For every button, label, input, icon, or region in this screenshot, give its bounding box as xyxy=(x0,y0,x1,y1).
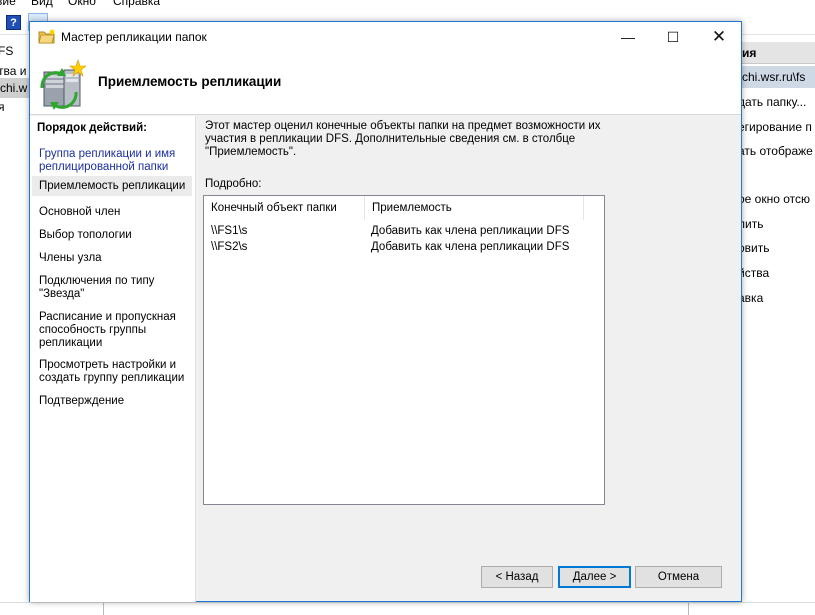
menu-item-action[interactable]: вие xyxy=(0,0,16,8)
step-replication-group-name[interactable]: Группа репликации и имя реплицированной … xyxy=(32,146,192,176)
page-title: Приемлемость репликации xyxy=(98,74,282,89)
maximize-icon[interactable]: ☐ xyxy=(650,22,696,52)
close-icon[interactable]: ✕ xyxy=(696,22,742,52)
menu-item-help[interactable]: Справка xyxy=(113,0,160,8)
action-item[interactable]: лить xyxy=(742,217,763,231)
dialog-title: Мастер репликации папок xyxy=(61,30,207,44)
details-label: Подробно: xyxy=(205,178,262,190)
wizard-dialog: Мастер репликации папок — ☐ ✕ Приемлемос… xyxy=(29,21,742,602)
back-button[interactable]: < Назад xyxy=(481,566,553,588)
action-item[interactable]: йства xyxy=(742,266,769,280)
cell-target: \\FS2\s xyxy=(211,241,248,253)
background-actions-pane: ия chi.wsr.ru\fs дать папку... егировани… xyxy=(742,36,815,606)
actions-header: ия xyxy=(742,42,815,64)
step-confirmation: Подтверждение xyxy=(39,395,125,407)
cancel-button[interactable]: Отмена xyxy=(635,566,722,588)
step-replication-eligibility: Приемлемость репликации xyxy=(32,176,192,196)
menu-item-window[interactable]: Окно xyxy=(68,0,96,8)
next-button[interactable]: Далее > xyxy=(558,566,631,588)
eligibility-list[interactable]: Конечный объект папки Приемлемость \\FS1… xyxy=(203,195,605,505)
action-item[interactable]: егирование п xyxy=(742,120,812,134)
tree-item[interactable]: FS xyxy=(0,44,13,58)
minimize-icon[interactable]: — xyxy=(605,22,651,52)
step-hub-spoke-connections: Подключения по типу "Звезда" xyxy=(39,275,155,300)
action-item[interactable]: овить xyxy=(742,241,770,255)
title-bar[interactable]: Мастер репликации папок — ☐ ✕ xyxy=(30,22,741,52)
cell-eligibility: Добавить как члена репликации DFS xyxy=(371,225,570,237)
step-hub-members: Члены узла xyxy=(39,252,102,264)
step-schedule-bandwidth: Расписание и пропускная способность груп… xyxy=(39,311,176,349)
background-menubar: вие Вид Окно Справка xyxy=(0,0,815,10)
table-row[interactable]: \\FS2\s Добавить как члена репликации DF… xyxy=(204,239,604,255)
steps-panel: Порядок действий: Группа репликации и им… xyxy=(30,116,196,602)
tree-item[interactable]: тва и xyxy=(0,64,26,78)
server-replication-icon xyxy=(40,59,86,110)
column-header-eligibility[interactable]: Приемлемость xyxy=(365,196,584,220)
tree-item[interactable]: я xyxy=(0,100,5,114)
column-header-target[interactable]: Конечный объект папки xyxy=(204,196,365,220)
step-topology-selection: Выбор топологии xyxy=(39,229,132,241)
divider xyxy=(103,603,104,615)
description-text: Этот мастер оценил конечные объекты папк… xyxy=(205,120,601,158)
table-row[interactable]: \\FS1\s Добавить как члена репликации DF… xyxy=(204,223,604,239)
help-icon[interactable]: ? xyxy=(6,15,21,30)
actions-subheader[interactable]: chi.wsr.ru\fs xyxy=(742,66,815,88)
cell-eligibility: Добавить как члена репликации DFS xyxy=(371,241,570,253)
background-statusbar xyxy=(0,602,815,615)
wizard-header: Приемлемость репликации xyxy=(30,52,741,115)
list-header: Конечный объект папки Приемлемость xyxy=(204,196,584,220)
action-item[interactable]: авка xyxy=(742,291,763,305)
step-primary-member: Основной член xyxy=(39,206,121,218)
action-item[interactable]: дать папку... xyxy=(742,95,806,109)
steps-heading: Порядок действий: xyxy=(37,122,147,134)
step-review-settings: Просмотреть настройки и создать группу р… xyxy=(39,359,185,384)
wizard-folder-icon xyxy=(38,29,55,44)
divider xyxy=(688,603,689,615)
cell-target: \\FS1\s xyxy=(211,225,248,237)
action-item[interactable]: ать отображе xyxy=(742,144,813,158)
background-tree-pane: FS тва и chi.w я xyxy=(0,36,30,606)
tree-item-selected[interactable]: chi.w xyxy=(0,78,30,98)
action-item[interactable]: ое окно отсю xyxy=(742,192,810,206)
menu-item-view[interactable]: Вид xyxy=(31,0,53,8)
